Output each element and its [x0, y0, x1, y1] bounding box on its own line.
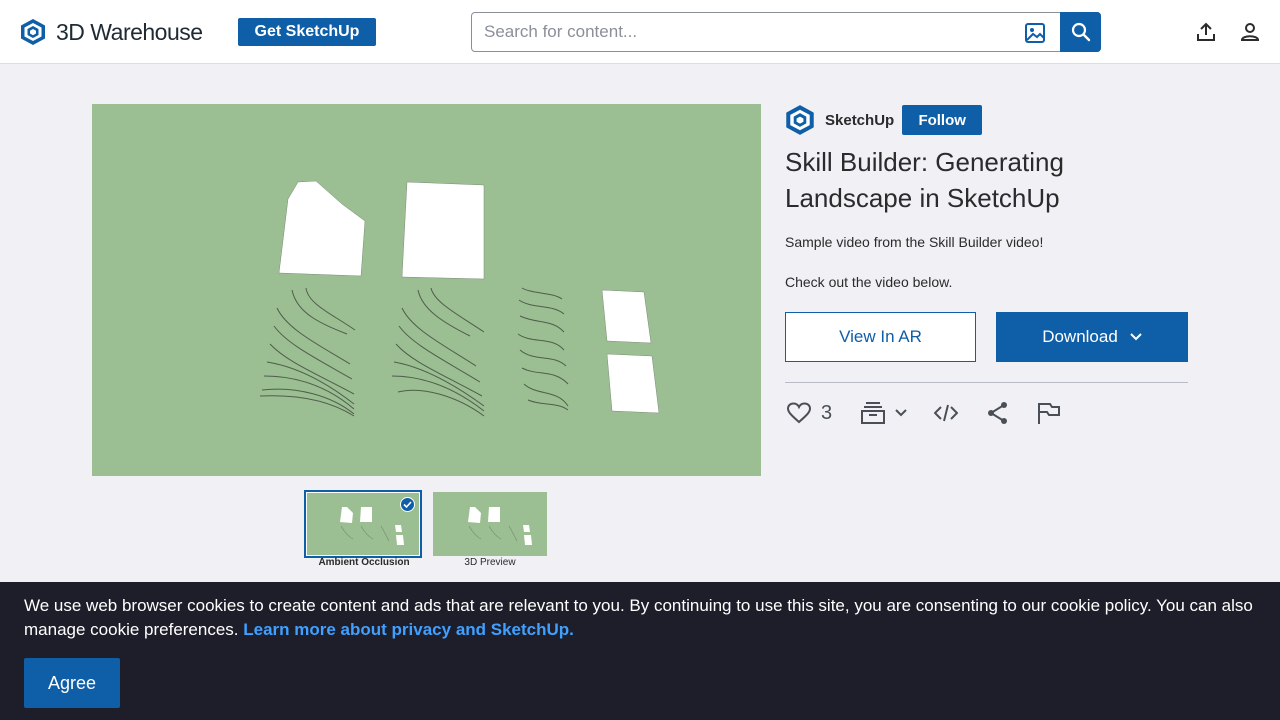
cookie-banner: We use web browser cookies to create con… [0, 582, 1280, 720]
sketchup-logo-icon [21, 19, 45, 45]
thumbnail-3d-preview[interactable] [433, 492, 547, 556]
search-input[interactable] [484, 21, 1014, 43]
author-row: SketchUp Follow [785, 104, 983, 136]
search-icon [1071, 22, 1090, 42]
logo[interactable]: 3D Warehouse [20, 16, 203, 48]
divider [785, 382, 1188, 383]
search-button[interactable] [1060, 12, 1101, 52]
like-button[interactable]: 3 [787, 400, 832, 426]
share-icon [988, 402, 1007, 424]
like-count: 3 [821, 401, 833, 424]
report-button[interactable] [1037, 400, 1061, 426]
follow-button[interactable]: Follow [902, 105, 983, 135]
header: 3D Warehouse Get SketchUp [0, 0, 1280, 64]
model-description-line-1: Sample video from the Skill Builder vide… [785, 234, 1044, 250]
cookie-text-block: We use web browser cookies to create con… [24, 594, 1256, 642]
collection-icon [861, 402, 885, 424]
flag-icon [1038, 403, 1060, 424]
user-icon[interactable] [1239, 21, 1261, 43]
agree-button[interactable]: Agree [24, 658, 120, 708]
download-label: Download [1042, 327, 1118, 346]
embed-button[interactable] [934, 400, 958, 426]
chevron-down-icon [1130, 333, 1142, 341]
landscape-model-render [259, 180, 660, 417]
get-sketchup-button[interactable]: Get SketchUp [238, 18, 376, 46]
download-button[interactable]: Download [996, 312, 1188, 362]
thumbnail-label-3d-preview: 3D Preview [464, 557, 516, 568]
collection-button[interactable] [860, 400, 908, 426]
thumbnail-preview [468, 507, 532, 545]
model-description-line-2: Check out the video below. [785, 274, 953, 290]
author-avatar-icon[interactable] [785, 104, 815, 136]
view-in-ar-button[interactable]: View In AR [785, 312, 976, 362]
model-title: Skill Builder: Generating Landscape in S… [785, 147, 1064, 213]
author-name[interactable]: SketchUp [825, 112, 894, 129]
privacy-link[interactable]: Learn more about privacy and SketchUp. [243, 620, 574, 639]
image-search-icon[interactable] [1024, 22, 1046, 44]
cookie-message: We use web browser cookies to create con… [24, 596, 1253, 639]
share-button[interactable] [986, 400, 1010, 426]
embed-code-icon [934, 404, 958, 422]
search-bar [471, 12, 1101, 52]
upload-icon[interactable] [1195, 21, 1217, 43]
heart-icon [787, 402, 811, 424]
model-preview-image[interactable] [92, 104, 761, 476]
chevron-down-icon [895, 409, 907, 417]
selected-check-icon [400, 497, 415, 512]
thumbnail-label-ambient-occlusion: Ambient Occlusion [318, 557, 410, 568]
thumbnail-ambient-occlusion[interactable] [304, 490, 422, 558]
logo-text: 3D Warehouse [56, 18, 203, 45]
